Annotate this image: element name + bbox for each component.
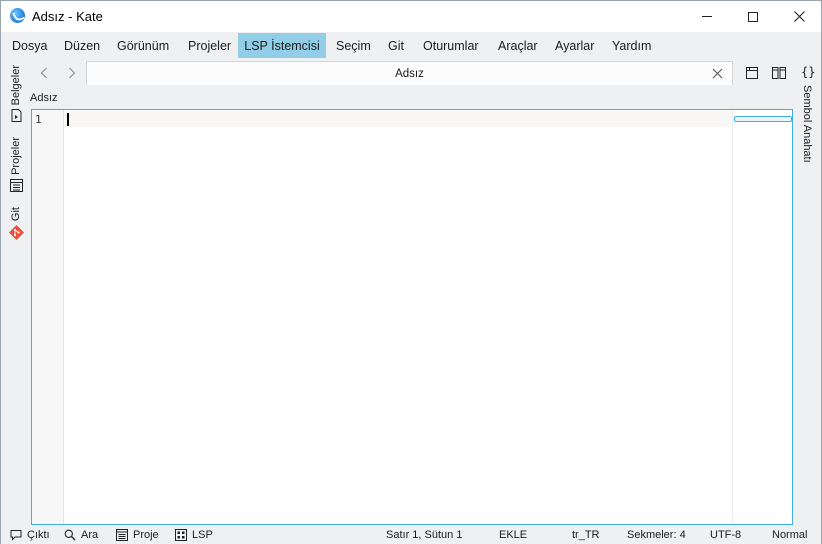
- syntax-mode-selector[interactable]: Normal: [772, 527, 807, 542]
- braces-icon: {}: [801, 65, 816, 79]
- sidebar-tab-belgeler[interactable]: Belgeler: [6, 65, 26, 123]
- search-icon: [64, 529, 76, 540]
- window-title: Adsız - Kate: [32, 9, 103, 24]
- menu-yardim[interactable]: Yardım: [606, 33, 657, 58]
- menu-git[interactable]: Git: [382, 33, 410, 58]
- status-bar: Çıktı Ara Proje LSP Satır 1, Sütun 1 EKL…: [1, 525, 821, 544]
- kate-window: Adsız - Kate Dosya Düzen Görünüm Projele…: [0, 0, 822, 544]
- lsp-label: LSP: [192, 528, 213, 541]
- minimap-slider[interactable]: [734, 116, 792, 122]
- document-tab-label: Adsız: [395, 68, 424, 80]
- menu-oturumlar[interactable]: Oturumlar: [417, 33, 485, 58]
- menu-gorunum[interactable]: Görünüm: [111, 33, 175, 58]
- menu-lsp-istemcisi[interactable]: LSP İstemcisi: [238, 33, 326, 58]
- next-document-button[interactable]: [62, 63, 82, 83]
- left-sidebar: Belgeler Projeler Git: [1, 59, 30, 521]
- sidebar-tab-label: Git: [10, 207, 22, 222]
- git-icon: [8, 225, 24, 241]
- sidebar-tab-projeler[interactable]: Projeler: [6, 137, 26, 192]
- line-number-gutter: 1: [32, 110, 64, 524]
- close-tab-icon[interactable]: [711, 67, 724, 80]
- sidebar-tab-label: Sembol Anahatı: [801, 85, 813, 163]
- search-panel-button[interactable]: Ara: [64, 527, 98, 542]
- lsp-panel-button[interactable]: LSP: [175, 527, 213, 542]
- split-view-icon[interactable]: [771, 65, 787, 81]
- menu-secim[interactable]: Seçim: [330, 33, 377, 58]
- dictionary-selector[interactable]: tr_TR: [572, 527, 600, 542]
- chevron-right-icon: [69, 67, 76, 79]
- sidebar-tab-label: Belgeler: [10, 65, 22, 106]
- menu-araclar[interactable]: Araçlar: [492, 33, 544, 58]
- line-number: 1: [35, 113, 42, 126]
- output-label: Çıktı: [27, 528, 50, 541]
- maximize-icon: [748, 11, 758, 22]
- search-label: Ara: [81, 528, 99, 541]
- maximize-button[interactable]: [730, 1, 776, 32]
- cursor-position[interactable]: Satır 1, Sütun 1: [386, 527, 462, 542]
- encoding-selector[interactable]: UTF-8: [710, 527, 741, 542]
- minimize-button[interactable]: [684, 1, 730, 32]
- menu-ayarlar[interactable]: Ayarlar: [549, 33, 600, 58]
- menu-bar: Dosya Düzen Görünüm Projeler LSP İstemci…: [1, 32, 821, 59]
- document-tab[interactable]: Adsız: [86, 61, 733, 85]
- kate-app-icon: [10, 8, 25, 23]
- menu-duzen[interactable]: Düzen: [58, 33, 106, 58]
- sidebar-tab-label: Projeler: [10, 137, 22, 175]
- project-icon: [116, 528, 128, 541]
- minimize-icon: [702, 16, 712, 17]
- input-mode[interactable]: EKLE: [499, 527, 527, 542]
- menu-projeler[interactable]: Projeler: [182, 33, 237, 58]
- breadcrumb[interactable]: Adsız: [30, 92, 58, 104]
- project-label: Proje: [133, 528, 159, 541]
- title-bar[interactable]: Adsız - Kate: [1, 1, 821, 32]
- text-editor[interactable]: 1: [31, 109, 793, 525]
- project-panel-button[interactable]: Proje: [116, 527, 159, 542]
- menu-dosya[interactable]: Dosya: [6, 33, 53, 58]
- minimap-scrollbar[interactable]: [732, 110, 792, 524]
- chevron-left-icon: [40, 67, 47, 79]
- right-sidebar: {} Sembol Anahatı: [796, 59, 821, 521]
- output-panel-button[interactable]: Çıktı: [10, 527, 50, 542]
- previous-document-button[interactable]: [34, 63, 54, 83]
- lsp-icon: [175, 528, 187, 541]
- sidebar-tab-git[interactable]: Git: [6, 207, 26, 241]
- documents-icon: [11, 109, 21, 123]
- current-line-highlight: [65, 111, 732, 127]
- text-cursor: [67, 113, 69, 126]
- close-button[interactable]: [776, 1, 822, 32]
- close-icon: [793, 11, 805, 22]
- indentation-selector[interactable]: Sekmeler: 4: [627, 527, 686, 542]
- projects-icon: [9, 178, 23, 192]
- quick-open-icon[interactable]: [744, 65, 760, 81]
- output-icon: [10, 529, 22, 541]
